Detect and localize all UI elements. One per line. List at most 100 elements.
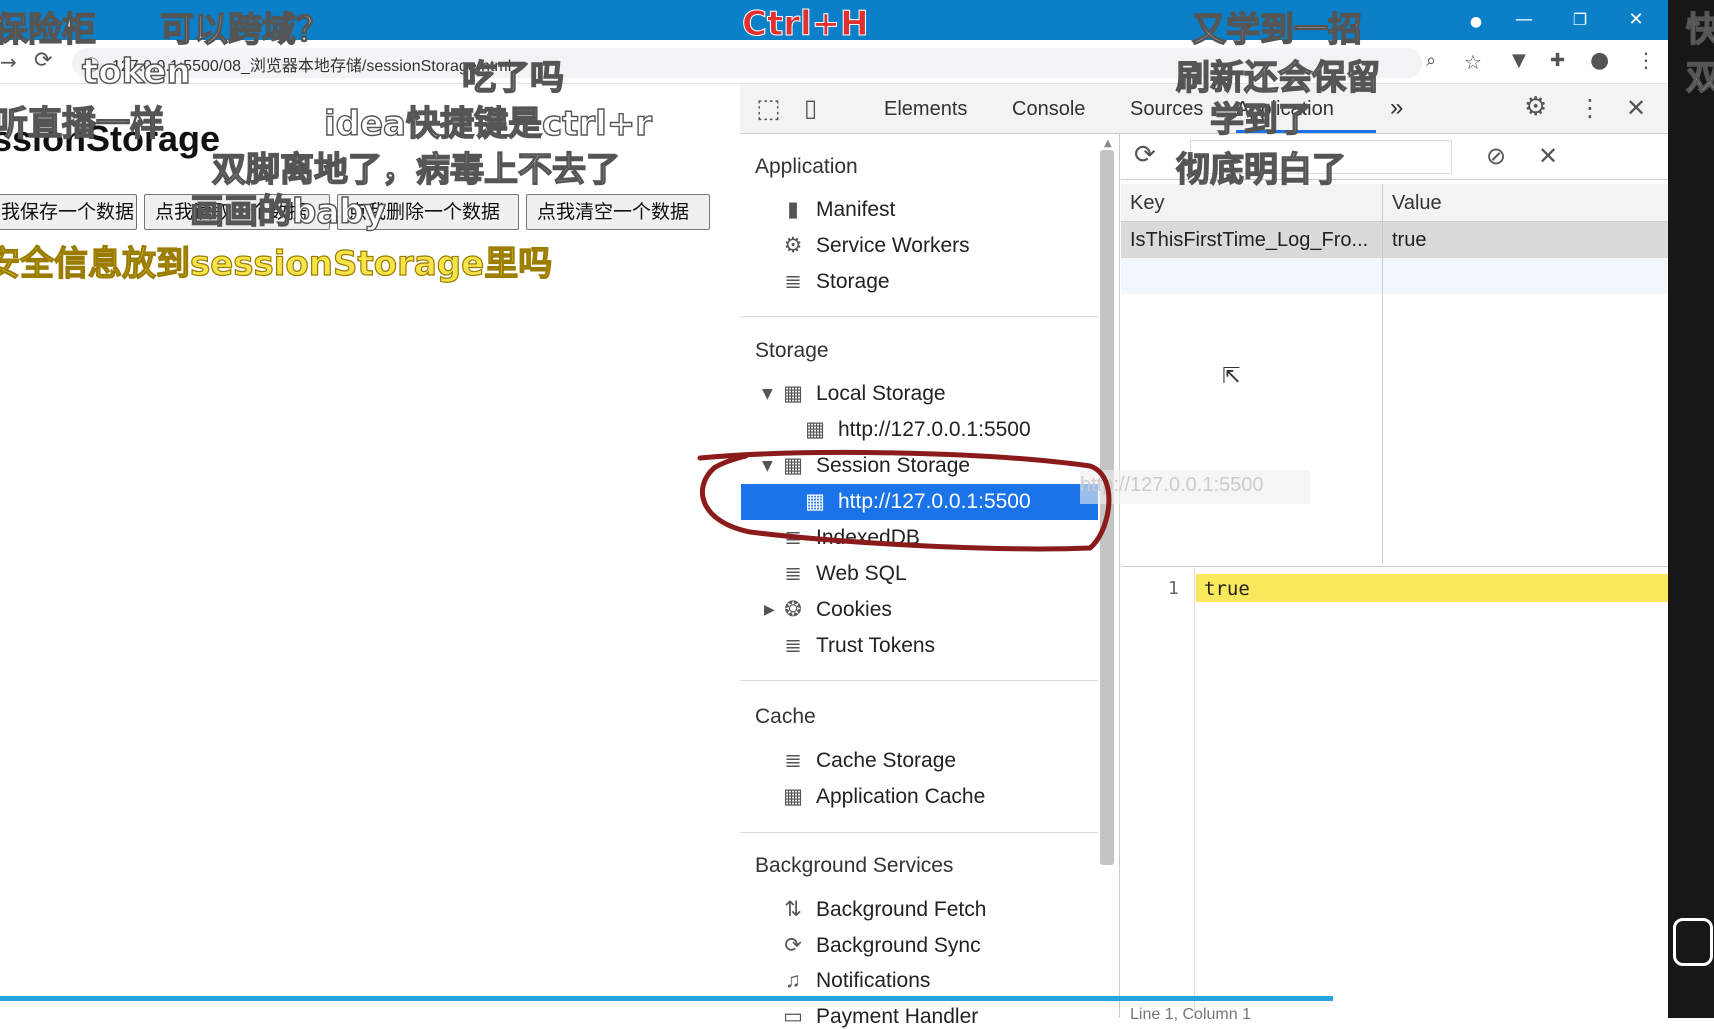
bilibili-tv-icon[interactable] bbox=[1673, 918, 1713, 966]
database-icon: ≣ bbox=[784, 749, 802, 772]
refresh-icon[interactable]: ⟳ bbox=[1134, 140, 1156, 170]
vue-devtools-icon[interactable]: ▼ bbox=[1512, 50, 1526, 71]
sidebar-item-web-sql[interactable]: ≣ Web SQL bbox=[780, 561, 907, 586]
sidebar-item-label: Payment Handler bbox=[816, 1005, 979, 1028]
restore-button[interactable]: ❐ bbox=[1560, 6, 1600, 34]
column-value[interactable]: Value bbox=[1392, 192, 1442, 215]
delete-selected-icon[interactable]: ✕ bbox=[1538, 142, 1558, 170]
line-gutter bbox=[1121, 566, 1195, 1018]
row-value-cell[interactable]: true bbox=[1392, 229, 1426, 252]
sidebar-item-label: Cache Storage bbox=[816, 749, 957, 772]
danmaku-comment: 又学到一招 bbox=[1191, 9, 1362, 50]
sidebar-item-local-storage[interactable]: ▦ Local Storage bbox=[780, 381, 946, 406]
file-icon: ▮ bbox=[787, 198, 799, 221]
sidebar-item-storage[interactable]: ≣ Storage bbox=[780, 269, 890, 294]
danmaku-comment: 画画的baby bbox=[189, 191, 386, 232]
sidebar-item-background-sync[interactable]: ⟳ Background Sync bbox=[780, 933, 981, 958]
danmaku-comment: idea快捷键是ctrl+r bbox=[323, 103, 653, 144]
device-toolbar-icon[interactable]: ▯ bbox=[804, 94, 817, 122]
database-icon: ≣ bbox=[784, 634, 802, 657]
danmaku-comment: 双 bbox=[1685, 57, 1714, 98]
grid-icon: ▦ bbox=[783, 785, 803, 808]
danmaku-comment: 保险柜 bbox=[0, 9, 97, 50]
sidebar-item-label: Application Cache bbox=[816, 785, 986, 808]
sidebar-item-label: Local Storage bbox=[816, 382, 946, 405]
row-key-cell[interactable]: IsThisFirstTime_Log_Fro... bbox=[1130, 229, 1368, 252]
extensions-icon[interactable]: ✚ bbox=[1550, 50, 1565, 71]
divider bbox=[740, 680, 1098, 681]
profile-icon[interactable]: ● bbox=[1456, 8, 1496, 36]
value-preview bbox=[1121, 566, 1668, 1018]
menu-icon[interactable]: ⋮ bbox=[1636, 48, 1656, 72]
preview-value[interactable]: true bbox=[1204, 578, 1250, 600]
expand-arrow-icon[interactable]: ▼ bbox=[762, 386, 773, 402]
red-circle-annotation bbox=[697, 449, 1112, 552]
account-icon[interactable]: ● bbox=[1590, 48, 1609, 73]
mouse-cursor-icon: ⇱ bbox=[1222, 364, 1241, 389]
grid-icon: ▦ bbox=[805, 418, 825, 441]
danmaku-comment: 学到了 bbox=[1209, 99, 1312, 140]
video-side-panel bbox=[1668, 0, 1714, 1018]
section-storage: Storage bbox=[755, 339, 829, 362]
sidebar-item-payment-handler[interactable]: ▭ Payment Handler bbox=[780, 1004, 978, 1029]
sidebar-item-label: Cookies bbox=[816, 598, 892, 621]
danmaku-comment: 听直播一样 bbox=[0, 103, 165, 144]
sidebar-item-manifest[interactable]: ▮ Manifest bbox=[780, 197, 895, 222]
sidebar-item-label: Web SQL bbox=[816, 562, 907, 585]
danmaku-comment: 可以跨域？ bbox=[159, 9, 330, 50]
collapse-arrow-icon[interactable]: ▶ bbox=[764, 602, 775, 618]
database-icon: ≣ bbox=[784, 270, 802, 293]
sidebar-item-trust-tokens[interactable]: ≣ Trust Tokens bbox=[780, 633, 935, 658]
sidebar-item-label: Trust Tokens bbox=[816, 634, 936, 657]
clear-all-icon[interactable]: ⊘ bbox=[1486, 142, 1506, 170]
tab-sources[interactable]: Sources bbox=[1130, 98, 1203, 121]
save-data-button[interactable]: 我保存一个数据 bbox=[0, 194, 137, 230]
danmaku-comment: Ctrl+H bbox=[742, 4, 870, 45]
status-line: Line 1, Column 1 bbox=[1130, 1006, 1251, 1023]
sidebar-item-background-fetch[interactable]: ⇅ Background Fetch bbox=[780, 897, 986, 922]
column-divider[interactable] bbox=[1382, 184, 1383, 564]
sync-icon: ⟳ bbox=[784, 934, 802, 957]
sidebar-item-label: Storage bbox=[816, 270, 890, 293]
danmaku-comment: 安全信息放到sessionStorage里吗 bbox=[0, 243, 553, 284]
sidebar-item-label: Background Sync bbox=[816, 934, 981, 957]
close-devtools-icon[interactable]: ✕ bbox=[1626, 94, 1646, 122]
card-icon: ▭ bbox=[783, 1005, 803, 1028]
sidebar-item-application-cache[interactable]: ▦ Application Cache bbox=[780, 784, 985, 809]
column-key[interactable]: Key bbox=[1130, 192, 1164, 215]
inspect-icon[interactable]: ⬚ bbox=[756, 94, 781, 124]
section-application: Application bbox=[755, 155, 858, 178]
database-icon: ≣ bbox=[784, 562, 802, 585]
video-progress-bar[interactable] bbox=[0, 996, 1333, 1001]
sidebar-item-label: http://127.0.0.1:5500 bbox=[838, 418, 1031, 441]
line-number: 1 bbox=[1168, 578, 1179, 599]
arrows-icon: ⇅ bbox=[784, 898, 802, 921]
sidebar-item-cache-storage[interactable]: ≣ Cache Storage bbox=[780, 748, 956, 773]
bell-icon: ♫ bbox=[785, 969, 801, 992]
star-icon[interactable]: ☆ bbox=[1464, 50, 1482, 74]
scroll-up-icon[interactable]: ▲ bbox=[1104, 138, 1112, 149]
sidebar-item-cookies[interactable]: ❂ Cookies bbox=[780, 597, 892, 622]
danmaku-comment: token bbox=[81, 51, 191, 92]
danmaku-comment: 吃了吗 bbox=[461, 57, 564, 98]
danmaku-comment: 彻底明白了 bbox=[1175, 149, 1346, 190]
tab-elements[interactable]: Elements bbox=[884, 98, 967, 121]
forward-icon[interactable]: → bbox=[0, 50, 17, 74]
clear-data-button[interactable]: 点我清空一个数据 bbox=[526, 194, 710, 230]
zoom-icon[interactable]: ⌕ bbox=[1426, 50, 1436, 71]
sidebar-item-local-origin[interactable]: ▦ http://127.0.0.1:5500 bbox=[802, 417, 1031, 442]
section-cache: Cache bbox=[755, 705, 816, 728]
minimize-button[interactable]: — bbox=[1504, 6, 1544, 34]
sidebar-item-service-workers[interactable]: ⚙ Service Workers bbox=[780, 233, 970, 258]
sidebar-item-notifications[interactable]: ♫ Notifications bbox=[780, 969, 930, 993]
close-window-button[interactable]: ✕ bbox=[1616, 6, 1656, 34]
sidebar-item-label: Notifications bbox=[816, 969, 931, 992]
more-options-icon[interactable]: ⋮ bbox=[1578, 94, 1602, 122]
settings-gear-icon[interactable]: ⚙ bbox=[1524, 92, 1547, 122]
more-tabs-icon[interactable]: » bbox=[1390, 94, 1403, 122]
reload-icon[interactable]: ⟳ bbox=[34, 48, 52, 73]
tab-console[interactable]: Console bbox=[1012, 98, 1085, 121]
divider bbox=[740, 316, 1098, 317]
empty-table-row bbox=[1121, 258, 1668, 294]
divider bbox=[740, 832, 1098, 833]
